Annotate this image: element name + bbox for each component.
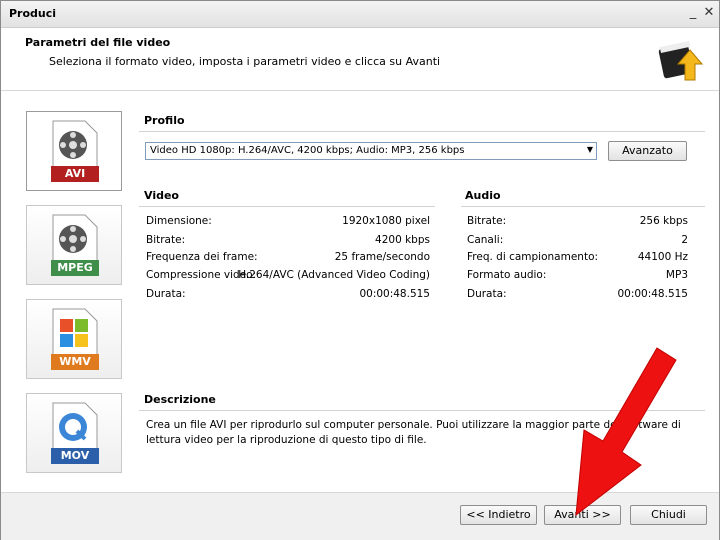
mpeg-badge: MPEG: [51, 260, 99, 276]
produci-window: Produci _ ✕ Parametri del file video Sel…: [0, 0, 720, 540]
video-divider: [139, 206, 435, 207]
format-avi-button[interactable]: AVI: [26, 111, 122, 191]
close-icon[interactable]: ✕: [701, 5, 717, 21]
profile-heading: Profilo: [144, 114, 185, 127]
video-row: Frequenza dei frame: 25 frame/secondo: [146, 251, 430, 267]
audio-heading: Audio: [465, 189, 501, 202]
video-label: Bitrate:: [146, 234, 186, 246]
video-row: Bitrate: 4200 kbps: [146, 234, 430, 250]
avi-badge: AVI: [51, 166, 99, 182]
audio-row: Freq. di campionamento: 44100 Hz: [467, 251, 688, 267]
video-label: Frequenza dei frame:: [146, 251, 258, 263]
main-content: AVI MPEG WMV MOV Profilo Video HD 1080p:…: [1, 91, 719, 491]
wizard-header: Parametri del file video Seleziona il fo…: [1, 28, 719, 91]
audio-row: Bitrate: 256 kbps: [467, 215, 688, 231]
page-subtitle: Seleziona il formato video, imposta i pa…: [49, 55, 441, 68]
video-row: Durata: 00:00:48.515: [146, 288, 430, 304]
video-label: Durata:: [146, 288, 186, 300]
video-value: 00:00:48.515: [359, 288, 430, 300]
close-button[interactable]: Chiudi: [630, 505, 707, 525]
video-value: H.264/AVC (Advanced Video Coding): [238, 269, 430, 281]
profile-select[interactable]: Video HD 1080p: H.264/AVC, 4200 kbps; Au…: [145, 142, 597, 160]
audio-row: Canali: 2: [467, 234, 688, 250]
profile-divider: [139, 131, 705, 132]
audio-row: Durata: 00:00:48.515: [467, 288, 688, 304]
audio-label: Freq. di campionamento:: [467, 251, 599, 263]
audio-label: Durata:: [467, 288, 507, 300]
profile-selected-value: Video HD 1080p: H.264/AVC, 4200 kbps; Au…: [150, 145, 465, 156]
mov-badge: MOV: [51, 448, 99, 464]
format-mov-button[interactable]: MOV: [26, 393, 122, 473]
video-value: 4200 kbps: [375, 234, 430, 246]
format-mpeg-button[interactable]: MPEG: [26, 205, 122, 285]
video-row: Compressione video: H.264/AVC (Advanced V…: [146, 269, 430, 285]
video-value: 25 frame/secondo: [334, 251, 430, 263]
audio-label: Canali:: [467, 234, 504, 246]
dropdown-arrow-icon[interactable]: ▼: [587, 145, 593, 154]
audio-divider: [461, 206, 705, 207]
audio-label: Bitrate:: [467, 215, 507, 227]
audio-value: MP3: [665, 269, 688, 281]
audio-label: Formato audio:: [467, 269, 547, 281]
video-label: Dimensione:: [146, 215, 212, 227]
wmv-badge: WMV: [51, 354, 99, 370]
description-heading: Descrizione: [144, 393, 216, 406]
wizard-footer: << Indietro Avanti >> Chiudi: [1, 492, 719, 540]
next-button[interactable]: Avanti >>: [544, 505, 621, 525]
produce-video-logo-icon: [658, 40, 703, 81]
description-divider: [139, 410, 705, 411]
title-bar: Produci _ ✕: [1, 1, 719, 28]
video-value: 1920x1080 pixel: [342, 215, 430, 227]
audio-value: 00:00:48.515: [617, 288, 688, 300]
video-row: Dimensione: 1920x1080 pixel: [146, 215, 430, 231]
audio-row: Formato audio: MP3: [467, 269, 688, 285]
minimize-icon[interactable]: _: [685, 5, 701, 21]
video-heading: Video: [144, 189, 179, 202]
back-button[interactable]: << Indietro: [460, 505, 537, 525]
window-title: Produci: [9, 7, 57, 20]
audio-value: 44100 Hz: [637, 251, 688, 263]
audio-value: 256 kbps: [639, 215, 688, 227]
advanced-button[interactable]: Avanzato: [608, 141, 687, 161]
audio-value: 2: [681, 234, 688, 246]
format-wmv-button[interactable]: WMV: [26, 299, 122, 379]
description-text: Crea un file AVI per riprodurlo sul comp…: [146, 419, 681, 446]
page-title: Parametri del file video: [25, 36, 171, 49]
